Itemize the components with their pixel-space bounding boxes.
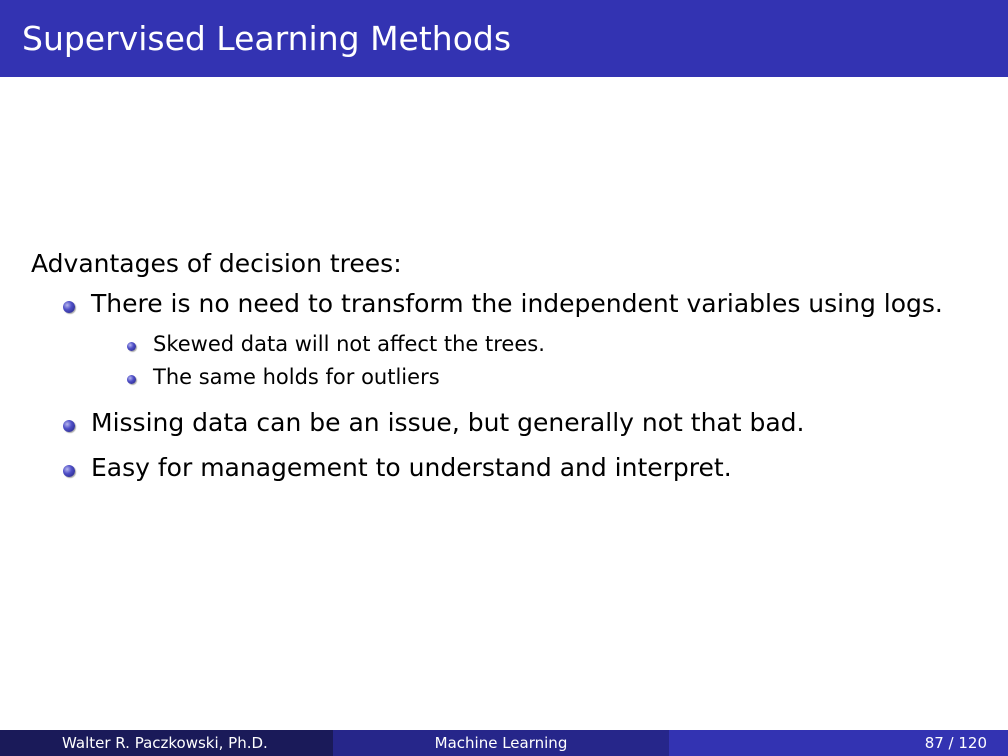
footer-course-segment: Machine Learning xyxy=(333,730,669,756)
footer-bar: Walter R. Paczkowski, Ph.D. Machine Lear… xyxy=(0,730,1008,756)
sub-bullet-icon xyxy=(127,375,136,384)
footer-course: Machine Learning xyxy=(434,734,568,752)
bullet-icon xyxy=(63,465,75,477)
bullet-item-2: Missing data can be an issue, but genera… xyxy=(91,408,805,437)
footer-page-segment: 87 / 120 xyxy=(669,730,1008,756)
bullet-item-3: Easy for management to understand and in… xyxy=(91,453,732,482)
sub-bullet-icon xyxy=(127,342,136,351)
sub-bullet-item-2: The same holds for outliers xyxy=(153,365,440,389)
page-number: 87 / 120 xyxy=(924,734,987,752)
bullet-icon xyxy=(63,420,75,432)
bullet-icon xyxy=(63,301,75,313)
footer-author-segment: Walter R. Paczkowski, Ph.D. xyxy=(0,730,333,756)
bullet-item-1: There is no need to transform the indepe… xyxy=(91,289,943,318)
slide-content: Advantages of decision trees: There is n… xyxy=(0,0,1008,730)
intro-text: Advantages of decision trees: xyxy=(31,249,402,278)
footer-author: Walter R. Paczkowski, Ph.D. xyxy=(62,734,268,752)
sub-bullet-item-1: Skewed data will not affect the trees. xyxy=(153,332,545,356)
